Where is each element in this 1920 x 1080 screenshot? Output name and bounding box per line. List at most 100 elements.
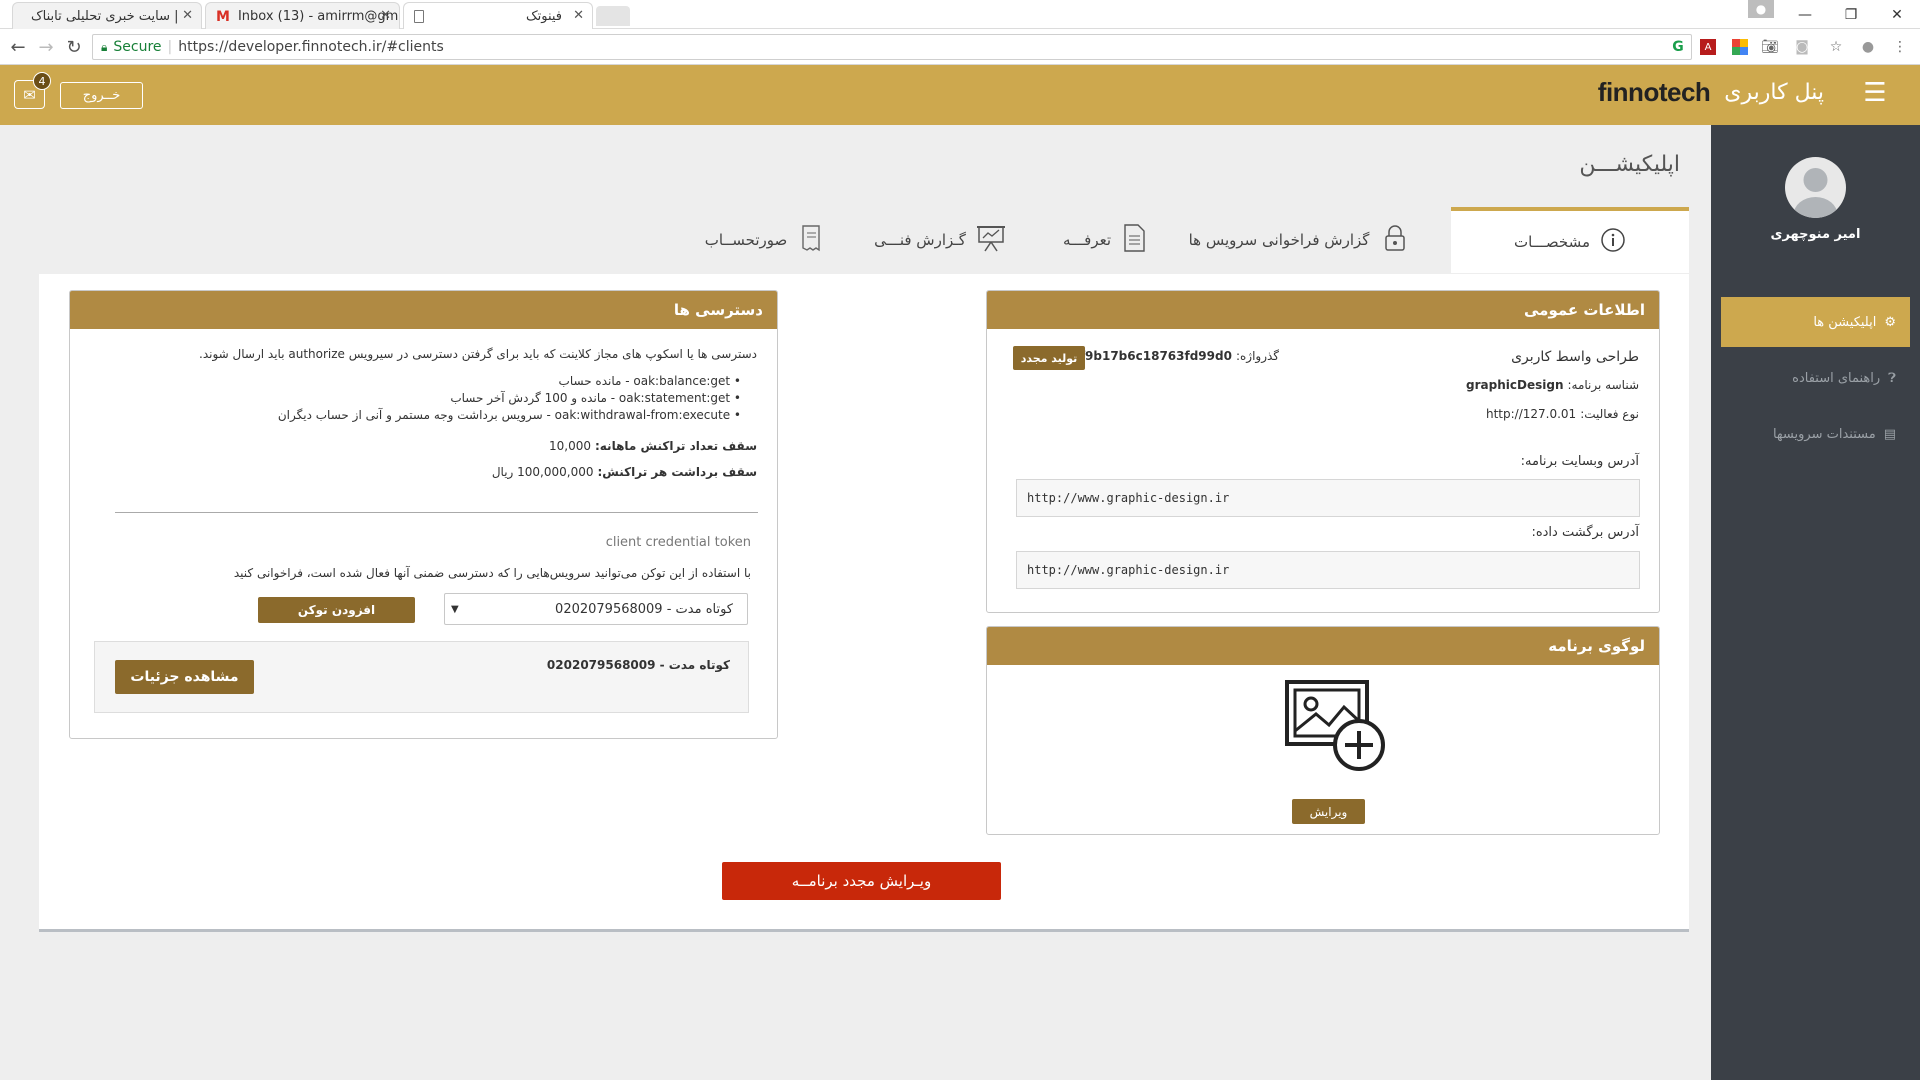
card-title: لوگوی برنامه <box>987 627 1659 665</box>
callback-label: آدرس برگشت داده: <box>1531 525 1639 540</box>
token-select-value: کوتاه مدت - 0202079568009 <box>555 601 733 617</box>
browser-tabstrip: سایت خبری تحلیلی تابناک | ✕ M Inbox (13)… <box>0 0 1920 29</box>
screenshot-icon[interactable]: ◙ <box>1792 37 1812 57</box>
monthly-limit-value: 10,000 <box>548 439 591 453</box>
tab-label: گـزارش فنـــی <box>874 231 966 249</box>
monthly-limit-label: سقف تعداد تراکنش ماهانه: <box>594 439 757 453</box>
lock-icon <box>1379 223 1411 257</box>
tab-technical-report[interactable]: گـزارش فنـــی <box>860 207 1020 273</box>
sidebar-item-guide[interactable]: ❓︎ راهنمای استفاده <box>1721 353 1910 403</box>
app-id-label: شناسه برنامه: <box>1567 378 1640 392</box>
mail-count-badge: 4 <box>33 72 51 90</box>
card-title: دسترسی ها <box>70 291 777 329</box>
sidebar-item-label: مستندات سرویسها <box>1772 426 1876 442</box>
logo-card: لوگوی برنامه ویرایش <box>986 626 1660 835</box>
website-field[interactable]: http://www.graphic-design.ir <box>1016 479 1640 517</box>
divider <box>115 512 758 513</box>
brand: پنل کاربری finnotech <box>1598 77 1824 108</box>
pdf-icon[interactable]: A <box>1700 39 1716 55</box>
tab-label: گزارش فراخوانی سرویس ها <box>1188 231 1370 249</box>
browser-tab-tabnak[interactable]: سایت خبری تحلیلی تابناک | ✕ <box>12 2 202 29</box>
receipt-icon <box>797 223 825 257</box>
view-details-button[interactable]: مشاهده جزئیات <box>115 660 254 694</box>
scope-list: • oak:balance:get - مانده حساب • oak:sta… <box>278 373 741 424</box>
password-row: گذرواژه: ef9b17b6c18763fd99d0 <box>1072 349 1279 363</box>
bookmark-star-icon[interactable]: ☆ <box>1826 37 1846 57</box>
tab-label: مشخصـــات <box>1514 233 1590 251</box>
lock-icon: 🔒︎ <box>101 39 108 54</box>
document-icon <box>1121 223 1147 257</box>
tab-invoice[interactable]: صورتحســاب <box>690 207 840 273</box>
help-icon: ❓︎ <box>1888 370 1896 386</box>
per-tx-limit-value: 100,000,000 ریال <box>491 465 594 479</box>
callback-field[interactable]: http://www.graphic-design.ir <box>1016 551 1640 589</box>
sidebar-item-label: راهنمای استفاده <box>1792 370 1881 386</box>
close-icon[interactable]: ✕ <box>182 8 193 23</box>
back-icon[interactable]: ← <box>6 35 30 59</box>
presentation-icon <box>976 223 1006 257</box>
tab-tariff[interactable]: تعرفـــه <box>1040 207 1170 273</box>
window-controls: — ❐ ✕ <box>1782 0 1920 29</box>
apps-icon: ⚙ <box>1884 314 1896 330</box>
extension-icon[interactable] <box>1730 37 1750 57</box>
browser-tab-title: فینوتک <box>525 8 562 24</box>
restore-icon[interactable]: ❐ <box>1828 0 1874 29</box>
sidebar: امیر منوچهری ⚙ اپلیکیشن ها ❓︎ راهنمای اس… <box>1711 125 1920 1080</box>
general-info-card: اطلاعات عمومی طراحی واسط کاربری گذرواژه:… <box>986 290 1660 613</box>
new-tab-button[interactable] <box>596 6 630 26</box>
logout-button[interactable]: خــروج <box>60 82 143 109</box>
minimize-icon[interactable]: — <box>1782 0 1828 29</box>
document-icon: ▤ <box>1883 426 1896 442</box>
browser-tab-finnotech[interactable]: فینوتک ✕ <box>403 2 593 29</box>
sidebar-item-label: اپلیکیشن ها <box>1813 314 1877 330</box>
finnotech-logo: finnotech <box>1597 77 1711 107</box>
forward-icon[interactable]: → <box>34 35 58 59</box>
grammarly-icon[interactable]: G <box>1668 37 1688 57</box>
avatar[interactable] <box>1785 157 1846 218</box>
password-label: گذرواژه: <box>1235 349 1279 363</box>
token-item-label: کوتاه مدت - 0202079568009 <box>546 658 730 672</box>
gmail-icon: M <box>216 9 230 25</box>
tab-label: تعرفـــه <box>1062 231 1112 249</box>
close-icon[interactable]: ✕ <box>380 8 391 23</box>
per-tx-limit-row: سقف برداشت هر تراکنش: 100,000,000 ریال <box>492 465 757 479</box>
camera-icon[interactable]: 📷︎ <box>1760 37 1780 57</box>
close-icon[interactable]: ✕ <box>573 8 584 23</box>
page-title: اپلیکیشـــن <box>1579 152 1680 177</box>
token-title: client credential token <box>605 535 751 550</box>
close-window-icon[interactable]: ✕ <box>1874 0 1920 29</box>
url-text: https://developer.finnotech.ir/#clients <box>178 39 444 55</box>
menu-dots-icon[interactable]: ⋮ <box>1890 37 1910 57</box>
content-panel: اطلاعات عمومی طراحی واسط کاربری گذرواژه:… <box>39 274 1689 932</box>
sidebar-item-docs[interactable]: ▤ مستندات سرویسها <box>1721 409 1910 459</box>
card-title: اطلاعات عمومی <box>987 291 1659 329</box>
address-bar[interactable]: 🔒︎ Secure | https://developer.finnotech.… <box>92 34 1692 60</box>
app-header: ☰ پنل کاربری finnotech خــروج ✉ 4 <box>0 65 1920 125</box>
info-icon <box>1600 227 1626 257</box>
activity-label: نوع فعالیت: <box>1580 407 1639 421</box>
token-description: با استفاده از این توکن می‌توانید سرویس‌ه… <box>233 566 751 580</box>
extension-shield-icon[interactable]: ● <box>1858 37 1878 57</box>
tab-service-call-report[interactable]: گزارش فراخوانی سرویس ها <box>1180 207 1420 273</box>
token-item: کوتاه مدت - 0202079568009 مشاهده جزئیات <box>94 641 749 713</box>
reload-icon[interactable]: ↻ <box>62 35 86 59</box>
browser-tab-gmail[interactable]: M Inbox (13) - amirrm@gm ✕ <box>205 2 400 29</box>
edit-logo-button[interactable]: ویرایش <box>1292 799 1365 824</box>
page-icon <box>414 9 424 23</box>
add-image-icon[interactable] <box>1284 679 1388 777</box>
regenerate-button[interactable]: تولید مجدد <box>1013 346 1085 370</box>
access-description: دسترسی ها یا اسکوپ های مجاز کلاینت که با… <box>199 347 757 361</box>
token-select[interactable]: ▼ کوتاه مدت - 0202079568009 <box>444 593 748 625</box>
monthly-limit-row: سقف تعداد تراکنش ماهانه: 10,000 <box>549 439 757 453</box>
activity-row: نوع فعالیت: http://127.0.01 <box>1486 407 1639 421</box>
browser-tab-title: Inbox (13) - amirrm@gm <box>237 8 399 24</box>
tab-label: صورتحســاب <box>704 231 788 249</box>
sidebar-item-applications[interactable]: ⚙ اپلیکیشن ها <box>1721 297 1910 347</box>
profile-icon[interactable]: ● <box>1748 0 1774 18</box>
tab-specs[interactable]: مشخصـــات <box>1451 207 1689 273</box>
secure-label: Secure <box>113 39 162 55</box>
hamburger-menu-icon[interactable]: ☰ <box>1862 80 1888 107</box>
reedit-app-button[interactable]: ویـرایش مجدد برنامــه <box>722 862 1001 900</box>
add-token-button[interactable]: افزودن توکن <box>258 597 415 623</box>
browser-toolbar: ← → ↻ 🔒︎ Secure | https://developer.finn… <box>0 29 1920 65</box>
